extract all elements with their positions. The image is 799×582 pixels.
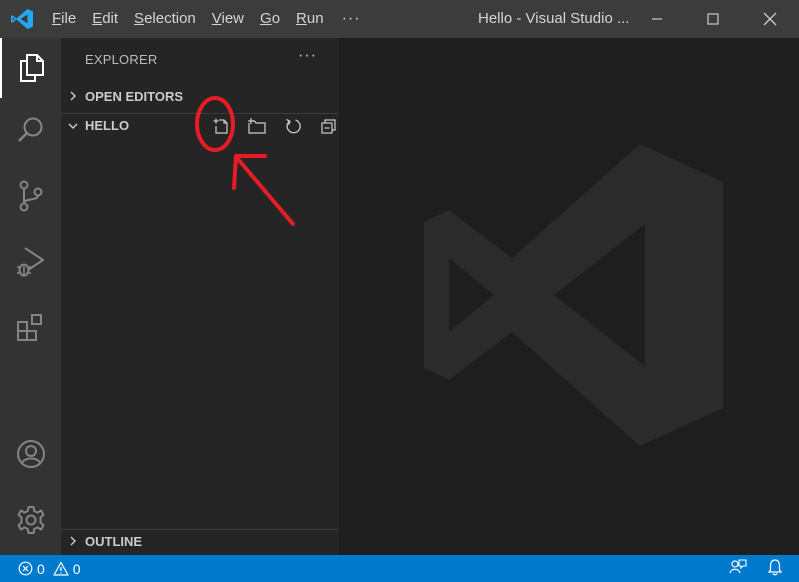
run-debug-icon[interactable] <box>0 232 61 292</box>
outline-label: OUTLINE <box>85 533 143 549</box>
new-folder-icon[interactable] <box>239 114 275 137</box>
menu-run[interactable]: Run <box>288 0 332 38</box>
new-file-icon[interactable] <box>203 114 239 137</box>
maximize-icon <box>707 13 719 25</box>
status-right-items <box>729 555 783 582</box>
warning-icon <box>53 561 69 576</box>
extensions-icon[interactable] <box>0 298 61 358</box>
accounts-icon[interactable] <box>0 424 61 484</box>
minimize-button[interactable] <box>634 0 680 38</box>
editor-area <box>339 38 799 555</box>
notifications-bell-icon[interactable] <box>767 558 783 579</box>
search-icon[interactable] <box>0 100 61 160</box>
error-icon <box>18 561 33 576</box>
menu-view[interactable]: View <box>204 0 252 38</box>
chevron-down-icon <box>61 121 85 131</box>
title-bar: File Edit Selection View Go Run ··· Hell… <box>0 0 799 38</box>
folder-actions <box>203 114 347 137</box>
menu-more-button[interactable]: ··· <box>332 10 371 28</box>
menu-bar: File Edit Selection View Go Run ··· <box>44 0 371 38</box>
vscode-logo-icon <box>10 8 34 30</box>
explorer-sidebar: EXPLORER ··· OPEN EDITORS HELLO OUTLINE <box>61 38 339 555</box>
folder-section-hello[interactable]: HELLO <box>61 113 339 137</box>
source-control-icon[interactable] <box>0 166 61 226</box>
manage-gear-icon[interactable] <box>0 490 61 550</box>
sidebar-title: EXPLORER <box>85 52 158 67</box>
explorer-icon[interactable] <box>0 38 61 98</box>
refresh-icon[interactable] <box>275 114 311 137</box>
maximize-button[interactable] <box>690 0 736 38</box>
menu-selection[interactable]: Selection <box>126 0 204 38</box>
outline-section[interactable]: OUTLINE <box>61 529 339 552</box>
open-editors-section[interactable]: OPEN EDITORS <box>61 85 339 107</box>
menu-edit[interactable]: Edit <box>84 0 126 38</box>
close-button[interactable] <box>747 0 793 38</box>
folder-label: HELLO <box>85 118 130 133</box>
views-more-actions-button[interactable]: ··· <box>298 47 317 65</box>
vscode-watermark-icon <box>424 144 723 446</box>
problems-status[interactable]: 0 0 <box>18 555 81 582</box>
open-editors-label: OPEN EDITORS <box>85 88 184 104</box>
close-icon <box>763 12 777 26</box>
menu-go[interactable]: Go <box>252 0 288 38</box>
chevron-right-icon <box>61 91 85 101</box>
feedback-icon[interactable] <box>729 558 747 579</box>
chevron-right-icon <box>61 536 85 546</box>
menu-file[interactable]: File <box>44 0 84 38</box>
window-title: Hello - Visual Studio ... <box>478 10 630 27</box>
warning-count: 0 <box>72 560 81 577</box>
activity-bar <box>0 38 61 555</box>
minimize-icon <box>652 18 662 20</box>
status-bar: 0 0 <box>0 555 799 582</box>
error-count: 0 <box>37 560 45 577</box>
